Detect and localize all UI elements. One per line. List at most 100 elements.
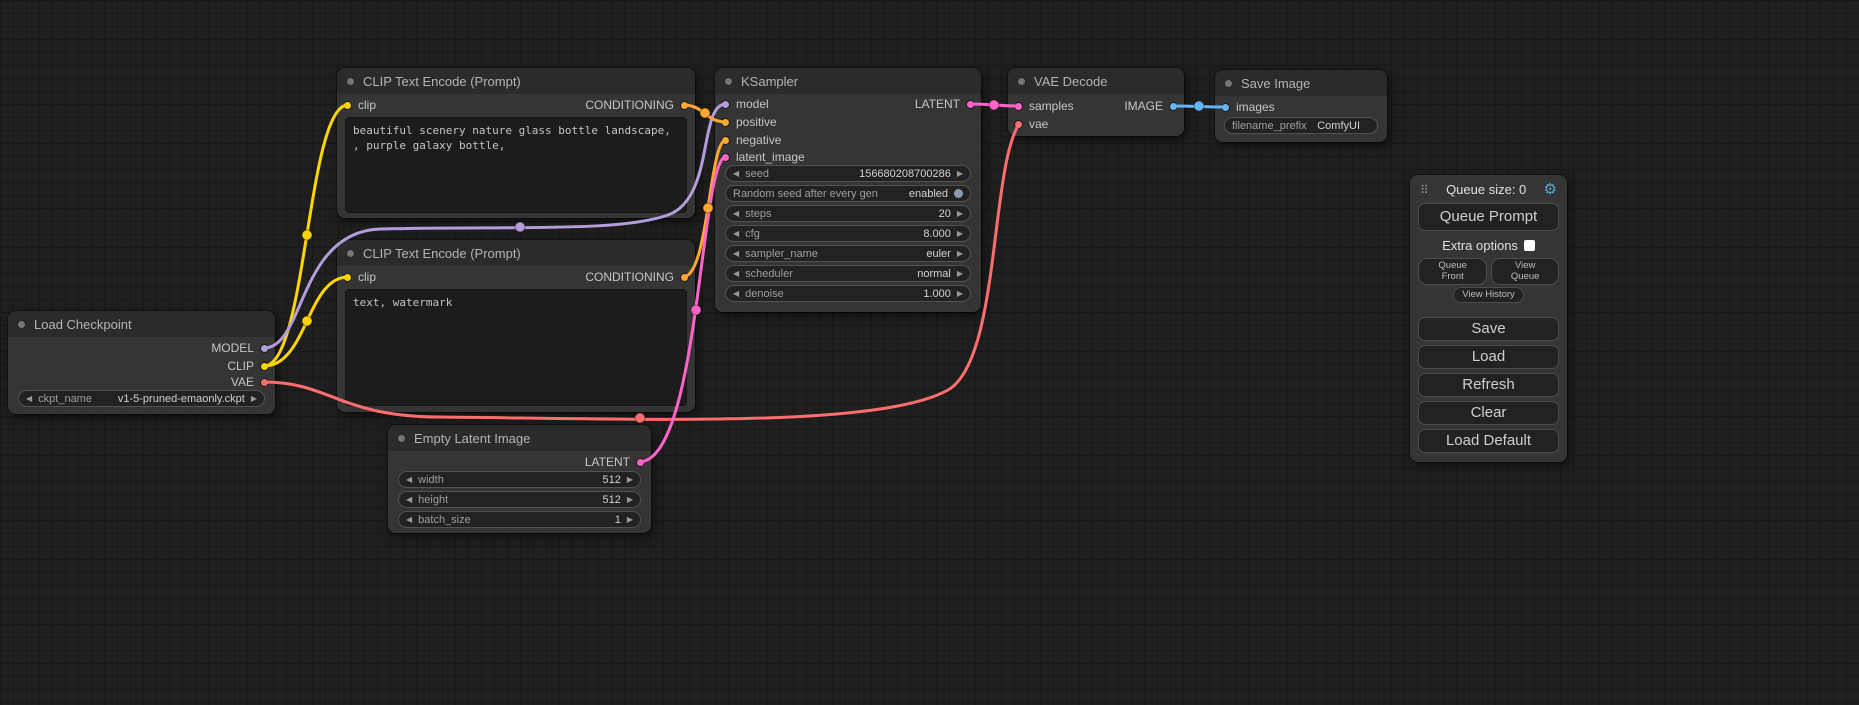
increment-arrow-icon[interactable]: ▶ [627, 496, 633, 504]
model-port-icon[interactable] [721, 100, 730, 109]
input-slot-samples[interactable]: samples [1014, 98, 1074, 114]
increment-arrow-icon[interactable]: ▶ [957, 290, 963, 298]
conditioning-port-icon[interactable] [680, 101, 689, 110]
batch-size-stepper[interactable]: ◀ batch_size 1 ▶ [398, 511, 641, 528]
decrement-arrow-icon[interactable]: ◀ [406, 516, 412, 524]
input-slot-negative[interactable]: negative [721, 132, 781, 148]
node-load-checkpoint[interactable]: Load Checkpoint MODEL CLIP VAE ◀ ckpt_na… [8, 311, 275, 414]
decrement-arrow-icon[interactable]: ◀ [406, 496, 412, 504]
output-slot-clip[interactable]: CLIP [227, 358, 269, 374]
collapse-dot-icon[interactable] [1224, 79, 1233, 88]
node-save-image[interactable]: Save Image images filename_prefix ComfyU… [1215, 70, 1387, 142]
node-title-bar[interactable]: Save Image [1215, 70, 1387, 96]
collapse-dot-icon[interactable] [346, 249, 355, 258]
prompt-text-input[interactable]: text, watermark [345, 289, 687, 406]
queue-front-button[interactable]: Queue Front [1418, 258, 1487, 285]
decrement-arrow-icon[interactable]: ◀ [733, 210, 739, 218]
vae-port-icon[interactable] [260, 378, 269, 387]
latent-port-icon[interactable] [966, 100, 975, 109]
load-button[interactable]: Load [1418, 345, 1559, 369]
collapse-dot-icon[interactable] [17, 320, 26, 329]
view-history-button[interactable]: View History [1453, 287, 1524, 303]
denoise-stepper[interactable]: ◀ denoise 1.000 ▶ [725, 285, 971, 302]
clip-port-icon[interactable] [260, 362, 269, 371]
prev-arrow-icon[interactable]: ◀ [733, 270, 739, 278]
increment-arrow-icon[interactable]: ▶ [957, 210, 963, 218]
prev-arrow-icon[interactable]: ◀ [26, 395, 32, 403]
scheduler-combo[interactable]: ◀ scheduler normal ▶ [725, 265, 971, 282]
latent-port-icon[interactable] [721, 153, 730, 162]
clip-port-icon[interactable] [343, 101, 352, 110]
prev-arrow-icon[interactable]: ◀ [733, 250, 739, 258]
input-slot-vae[interactable]: vae [1014, 116, 1048, 132]
increment-arrow-icon[interactable]: ▶ [957, 170, 963, 178]
random-seed-toggle[interactable]: Random seed after every gen enabled [725, 185, 971, 202]
decrement-arrow-icon[interactable]: ◀ [733, 290, 739, 298]
output-slot-image[interactable]: IMAGE [1124, 98, 1178, 114]
refresh-button[interactable]: Refresh [1418, 373, 1559, 397]
output-slot-latent[interactable]: LATENT [585, 454, 645, 470]
next-arrow-icon[interactable]: ▶ [957, 270, 963, 278]
load-default-button[interactable]: Load Default [1418, 429, 1559, 453]
decrement-arrow-icon[interactable]: ◀ [406, 476, 412, 484]
output-slot-latent[interactable]: LATENT [915, 96, 975, 112]
input-slot-clip[interactable]: clip [343, 97, 376, 113]
node-empty-latent-image[interactable]: Empty Latent Image LATENT ◀ width 512 ▶ … [388, 425, 651, 533]
input-slot-positive[interactable]: positive [721, 114, 777, 130]
vae-port-icon[interactable] [1014, 120, 1023, 129]
node-title-bar[interactable]: CLIP Text Encode (Prompt) [337, 240, 695, 266]
seed-stepper[interactable]: ◀ seed 156680208700286 ▶ [725, 165, 971, 182]
node-title-bar[interactable]: Empty Latent Image [388, 425, 651, 451]
ckpt-name-combo[interactable]: ◀ ckpt_name v1-5-pruned-emaonly.ckpt ▶ [18, 390, 265, 407]
output-slot-conditioning[interactable]: CONDITIONING [585, 269, 689, 285]
collapse-dot-icon[interactable] [724, 77, 733, 86]
increment-arrow-icon[interactable]: ▶ [957, 230, 963, 238]
node-clip-text-encode-positive[interactable]: CLIP Text Encode (Prompt) clip CONDITION… [337, 68, 695, 218]
width-stepper[interactable]: ◀ width 512 ▶ [398, 471, 641, 488]
model-port-icon[interactable] [260, 344, 269, 353]
prompt-text-input[interactable]: beautiful scenery nature glass bottle la… [345, 117, 687, 213]
toggle-dot-icon[interactable] [954, 189, 963, 198]
output-slot-model[interactable]: MODEL [211, 340, 269, 356]
next-arrow-icon[interactable]: ▶ [957, 250, 963, 258]
filename-prefix-field[interactable]: filename_prefix ComfyUI [1224, 117, 1378, 134]
clip-port-icon[interactable] [343, 273, 352, 282]
input-slot-latent-image[interactable]: latent_image [721, 149, 805, 165]
settings-gear-icon[interactable]: ⚙ [1544, 182, 1557, 197]
latent-port-icon[interactable] [636, 458, 645, 467]
queue-prompt-button[interactable]: Queue Prompt [1418, 203, 1559, 231]
cfg-stepper[interactable]: ◀ cfg 8.000 ▶ [725, 225, 971, 242]
node-title-bar[interactable]: Load Checkpoint [8, 311, 275, 337]
collapse-dot-icon[interactable] [397, 434, 406, 443]
conditioning-port-icon[interactable] [721, 118, 730, 127]
view-queue-button[interactable]: View Queue [1491, 258, 1559, 285]
decrement-arrow-icon[interactable]: ◀ [733, 230, 739, 238]
output-slot-conditioning[interactable]: CONDITIONING [585, 97, 689, 113]
sampler-name-combo[interactable]: ◀ sampler_name euler ▶ [725, 245, 971, 262]
increment-arrow-icon[interactable]: ▶ [627, 476, 633, 484]
node-title-bar[interactable]: KSampler [715, 68, 981, 94]
conditioning-port-icon[interactable] [680, 273, 689, 282]
input-slot-clip[interactable]: clip [343, 269, 376, 285]
steps-stepper[interactable]: ◀ steps 20 ▶ [725, 205, 971, 222]
node-title-bar[interactable]: CLIP Text Encode (Prompt) [337, 68, 695, 94]
comfyui-canvas[interactable]: { "colors": { "model": "#B39DDB", "clip"… [0, 0, 1859, 705]
input-slot-model[interactable]: model [721, 96, 769, 112]
save-button[interactable]: Save [1418, 317, 1559, 341]
input-slot-images[interactable]: images [1221, 99, 1275, 115]
clear-button[interactable]: Clear [1418, 401, 1559, 425]
height-stepper[interactable]: ◀ height 512 ▶ [398, 491, 641, 508]
image-port-icon[interactable] [1221, 103, 1230, 112]
image-port-icon[interactable] [1169, 102, 1178, 111]
increment-arrow-icon[interactable]: ▶ [627, 516, 633, 524]
node-ksampler[interactable]: KSampler model positive negative latent_… [715, 68, 981, 312]
conditioning-port-icon[interactable] [721, 136, 730, 145]
collapse-dot-icon[interactable] [1017, 77, 1026, 86]
node-clip-text-encode-negative[interactable]: CLIP Text Encode (Prompt) clip CONDITION… [337, 240, 695, 412]
latent-port-icon[interactable] [1014, 102, 1023, 111]
node-title-bar[interactable]: VAE Decode [1008, 68, 1184, 94]
drag-handle-icon[interactable]: ⠿ [1420, 183, 1429, 197]
next-arrow-icon[interactable]: ▶ [251, 395, 257, 403]
decrement-arrow-icon[interactable]: ◀ [733, 170, 739, 178]
extra-options-checkbox[interactable] [1524, 240, 1535, 251]
